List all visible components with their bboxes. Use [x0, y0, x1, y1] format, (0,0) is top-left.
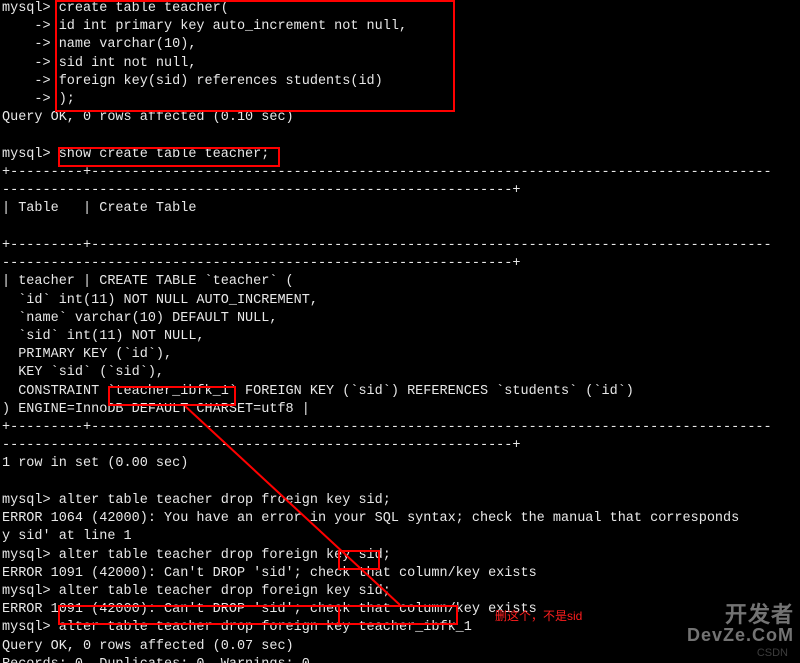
watermark-line1: 开发者 — [687, 603, 794, 626]
watermark-logo: 开发者 DevZe.CoM — [687, 603, 794, 645]
csdn-watermark: CSDN — [757, 646, 788, 661]
terminal-output: mysql> create table teacher( -> id int p… — [0, 0, 800, 663]
watermark-line2: DevZe.CoM — [687, 626, 794, 645]
